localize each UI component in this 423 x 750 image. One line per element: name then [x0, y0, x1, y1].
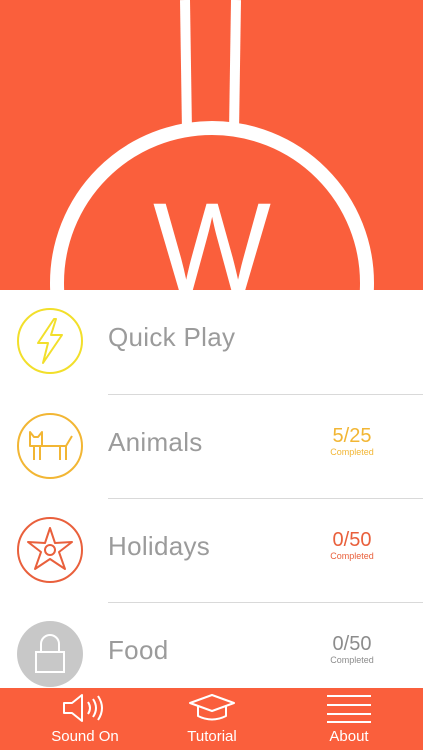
menu-lines-icon	[324, 693, 374, 723]
speaker-icon	[60, 693, 110, 723]
menu-item-holidays[interactable]: Holidays 0/50 Completed	[0, 499, 423, 603]
lightning-icon	[16, 307, 84, 375]
hero-banner: W	[0, 0, 423, 290]
tab-label: About	[329, 728, 369, 745]
menu-item-animals[interactable]: Animals 5/25 Completed	[0, 395, 423, 499]
lock-icon	[16, 620, 84, 688]
menu-item-food[interactable]: Food 0/50 Completed	[0, 603, 423, 688]
bottom-tab-bar: Sound On Tutorial About	[0, 688, 423, 750]
completed-count: 0/50	[332, 633, 372, 655]
progress-counter: 0/50 Completed	[317, 633, 387, 666]
menu-item-quick-play[interactable]: Quick Play	[0, 290, 423, 394]
completed-count: 0/50	[332, 529, 372, 551]
completed-count: 5/25	[332, 425, 372, 447]
completed-label: Completed	[330, 551, 374, 561]
menu-item-label: Holidays	[108, 531, 211, 561]
menu-item-label: Food	[108, 635, 169, 665]
sound-toggle-button[interactable]: Sound On	[20, 688, 150, 750]
tab-label: Tutorial	[187, 728, 237, 745]
tutorial-button[interactable]: Tutorial	[147, 688, 277, 750]
cat-icon	[16, 412, 84, 480]
graduation-cap-icon	[187, 693, 237, 723]
progress-counter: 5/25 Completed	[317, 425, 387, 458]
completed-label: Completed	[330, 447, 374, 457]
logo-letter: W	[153, 178, 271, 290]
logo-graphic: W	[0, 0, 423, 290]
progress-counter: 0/50 Completed	[317, 529, 387, 562]
flower-icon	[16, 516, 84, 584]
tab-label: Sound On	[51, 728, 119, 745]
menu-item-label: Animals	[108, 427, 203, 457]
completed-label: Completed	[330, 655, 374, 665]
menu-item-label: Quick Play	[108, 322, 236, 352]
category-list: Quick Play Animals 5/25 Completed Holida…	[0, 290, 423, 688]
about-button[interactable]: About	[284, 688, 414, 750]
